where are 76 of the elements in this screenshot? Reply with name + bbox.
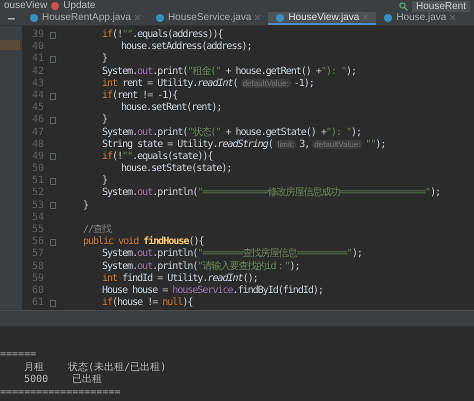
line-number: 52 [30, 187, 45, 200]
code-line: System.out.print("租金(" + house.getRent() +"): "); [102, 66, 356, 78]
code-line: System.out.println("请输入要查找的id："); [102, 260, 300, 273]
console-output-line: ====== [0, 349, 38, 362]
code-line: } [102, 175, 108, 188]
line-number: 47 [30, 126, 45, 139]
code-line: System.out.println("========查找房屋信息=========="); [102, 248, 362, 260]
line-number: 59 [30, 272, 45, 285]
file-tab[interactable]: HouseView.java [268, 12, 376, 25]
line-number: 44 [30, 90, 45, 102]
fold-marker-icon[interactable] [50, 202, 56, 210]
line-number: 48 [30, 138, 45, 151]
close-icon[interactable] [450, 15, 456, 20]
line-number: 49 [30, 150, 45, 164]
class-icon [156, 14, 164, 22]
class-icon [276, 14, 284, 22]
line-number: 39 [30, 29, 45, 42]
line-number: 40 [30, 41, 45, 54]
fold-marker-icon[interactable] [50, 238, 56, 246]
fold-marker-icon[interactable] [50, 178, 56, 185]
fold-marker-icon[interactable] [50, 153, 56, 160]
line-number: 54 [30, 212, 45, 224]
code-line: if(rent != -1){ [102, 90, 178, 102]
code-line: } [102, 114, 108, 127]
class-icon [384, 14, 392, 22]
code-line: house.setRent(rent); [121, 102, 222, 114]
project-button[interactable]: HouseRent [412, 0, 470, 12]
code-line: House house = houseService.findById(findId); [102, 284, 323, 297]
code-line: int findId = Utility.readInt(); [102, 272, 258, 285]
breadcrumb-text[interactable]: ouseView [4, 0, 48, 12]
line-number: 50 [30, 163, 45, 176]
file-tab[interactable]: House.java [376, 12, 464, 25]
line-number: 45 [30, 102, 45, 114]
fold-marker-icon[interactable] [50, 300, 56, 307]
fold-marker-icon[interactable] [50, 116, 56, 124]
line-number: 53 [30, 200, 45, 212]
console-output-line: 5000 已出租 [23, 374, 104, 386]
console-output-line: 月租 状态(未出租/已出租) [23, 362, 168, 374]
line-number: 51 [30, 175, 45, 188]
code-line: //查找 [83, 224, 112, 236]
run-config-icon [51, 2, 60, 10]
class-icon [30, 14, 38, 22]
line-number: 57 [30, 248, 45, 261]
line-number: 43 [30, 78, 45, 90]
console-output-line: ==================== [0, 386, 122, 399]
file-tab[interactable]: HouseRentApp.java [22, 12, 148, 25]
line-number: 42 [30, 66, 45, 78]
code-line: } [102, 53, 108, 66]
code-line: if(!"".equals(state)){ [102, 150, 212, 163]
close-icon[interactable] [134, 15, 140, 20]
line-number: 41 [30, 53, 45, 66]
fold-marker-icon[interactable] [50, 56, 56, 63]
code-line: System.out.print("状态(" + house.getState() +"): "); [102, 126, 362, 139]
code-line: if(!"".equals(address)){ [102, 29, 223, 41]
code-line: System.out.println("=============修改房屋信息成功================="); [102, 187, 440, 200]
code-line: String state = Utility.readString( limit: 3, defaultValue: ""); [102, 138, 386, 151]
fold-marker-icon[interactable] [50, 32, 56, 39]
code-line: if(house != null){ [102, 297, 192, 310]
bookmark-marker [0, 40, 20, 50]
run-config-label[interactable]: Update [63, 0, 96, 12]
line-number: 58 [30, 260, 45, 273]
code-line: house.setState(state); [121, 163, 232, 176]
close-icon[interactable] [363, 15, 368, 20]
code-line: int rent = Utility.readInt( defaultValue: -1); [102, 78, 314, 90]
code-line: house.setAddress(address); [121, 41, 252, 54]
line-number: 46 [30, 114, 45, 127]
code-line: public void findHouse(){ [83, 236, 204, 248]
search-icon[interactable] [398, 2, 408, 10]
file-tab[interactable]: HouseService.java [148, 12, 268, 25]
fold-marker-icon[interactable] [50, 92, 56, 100]
line-number: 55 [30, 224, 45, 236]
line-number: 56 [30, 236, 45, 248]
code-line: } [83, 200, 88, 212]
line-number: 60 [30, 284, 45, 298]
line-number: 61 [30, 297, 45, 310]
close-icon[interactable] [255, 15, 260, 20]
